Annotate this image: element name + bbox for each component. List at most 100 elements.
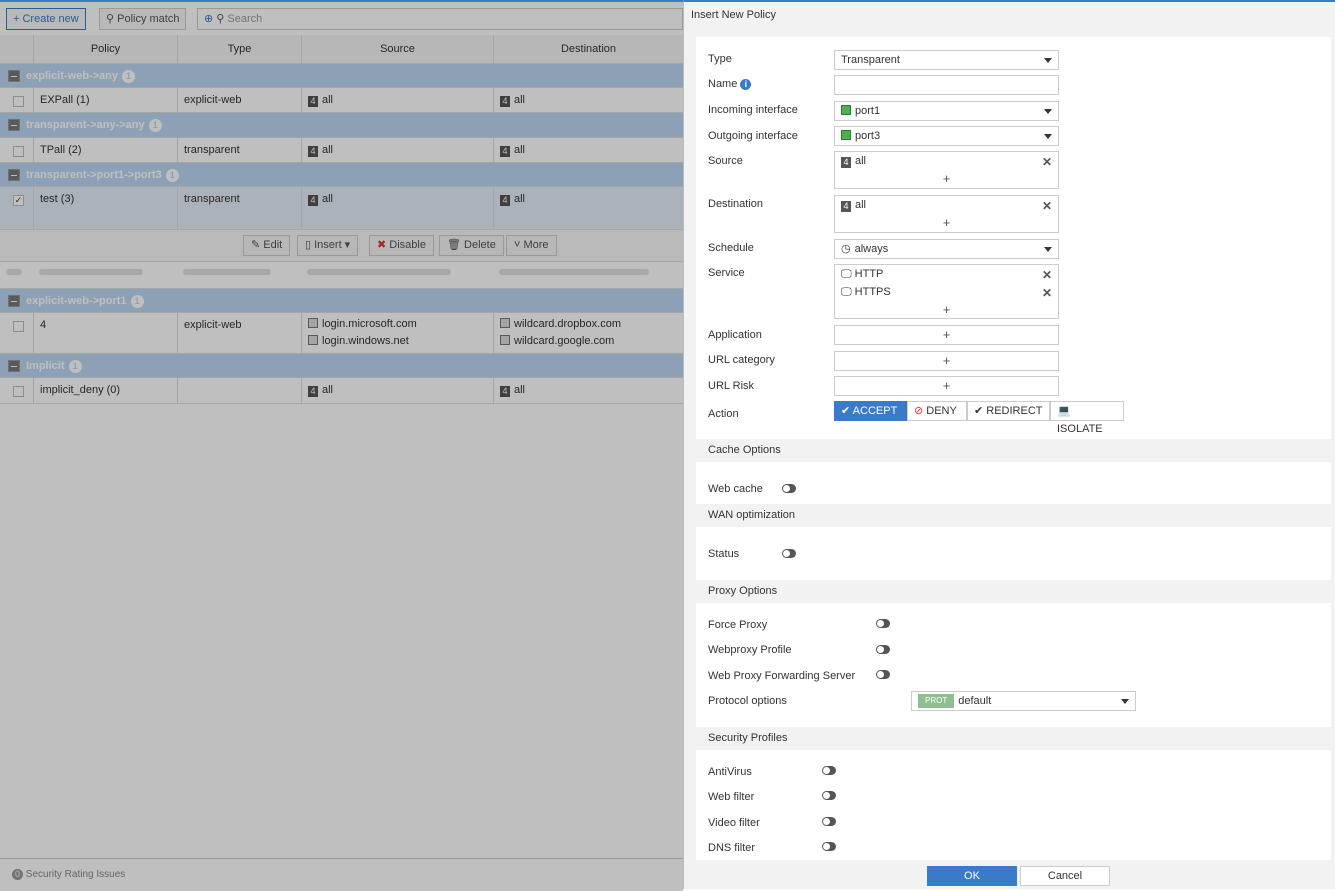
webproxy-profile-toggle[interactable] (876, 645, 890, 654)
video-filter-toggle[interactable] (822, 817, 836, 826)
service-field[interactable]: 🖵 HTTP ✕ 🖵 HTTPS ✕ + (834, 264, 1059, 319)
action-deny-button[interactable]: ⊘ DENY (907, 401, 967, 421)
group-row[interactable]: explicit-web->port1 1 (0, 289, 683, 313)
caret-down-icon (1121, 699, 1129, 704)
remove-icon[interactable]: ✕ (1042, 284, 1052, 302)
remove-icon[interactable]: ✕ (1042, 153, 1052, 171)
row-checkbox[interactable] (13, 321, 24, 332)
add-icon[interactable]: + (835, 352, 1058, 370)
row-checkbox[interactable] (13, 146, 24, 157)
type-select[interactable]: Transparent (834, 50, 1059, 70)
outgoing-interface-select[interactable]: port3 (834, 126, 1059, 146)
cancel-button[interactable]: Cancel (1020, 866, 1110, 886)
address-icon: 4 (841, 157, 851, 168)
trash-icon: 🗑 (447, 239, 465, 251)
name-input[interactable] (834, 75, 1059, 95)
collapse-icon[interactable] (8, 70, 20, 82)
column-source[interactable]: Source (301, 35, 493, 63)
collapse-icon[interactable] (8, 119, 20, 131)
count-badge: 1 (165, 169, 179, 182)
url-risk-field[interactable]: + (834, 376, 1059, 396)
group-row[interactable]: explicit-web->any 1 (0, 64, 683, 88)
action-isolate-button[interactable]: 💻 ISOLATE (1050, 401, 1124, 435)
dns-filter-toggle[interactable] (822, 842, 836, 851)
disable-button[interactable]: ✖ Disable (369, 235, 434, 256)
collapse-icon[interactable] (8, 360, 20, 372)
forwarding-server-toggle[interactable] (876, 670, 890, 679)
web-cache-toggle[interactable] (782, 484, 796, 493)
column-destination[interactable]: Destination (493, 35, 683, 63)
search-input[interactable]: ⊕ ⚲ Search (197, 8, 683, 30)
url-category-field[interactable]: + (834, 351, 1059, 371)
group-row[interactable]: transparent->any->any 1 (0, 113, 683, 138)
type-label: Type (708, 53, 732, 65)
edit-button[interactable]: ✎ Edit (243, 235, 291, 256)
antivirus-label: AntiVirus (708, 766, 752, 778)
add-icon[interactable]: + (835, 377, 1058, 395)
forwarding-server-label: Web Proxy Forwarding Server (708, 670, 856, 682)
collapse-icon[interactable] (8, 295, 20, 307)
table-row[interactable]: 4 explicit-web login.microsoft.com login.… (0, 313, 683, 354)
add-icon[interactable]: + (835, 326, 1058, 344)
address-icon: 4 (308, 96, 318, 107)
create-new-button[interactable]: + Create new (6, 8, 86, 30)
count-badge: 1 (122, 70, 136, 83)
action-redirect-button[interactable]: ✔ REDIRECT (967, 401, 1050, 421)
dns-filter-label: DNS filter (708, 842, 756, 854)
fqdn-icon (500, 318, 510, 328)
add-icon[interactable]: + (835, 301, 1058, 319)
more-button[interactable]: ˅ More (506, 235, 557, 256)
panel-title: Insert New Policy (691, 9, 776, 21)
protocol-options-label: Protocol options (708, 695, 787, 707)
issue-count-badge[interactable]: 0 (12, 869, 23, 880)
schedule-select[interactable]: ◷ always (834, 239, 1059, 259)
force-proxy-toggle[interactable] (876, 619, 890, 628)
column-policy[interactable]: Policy (33, 35, 177, 63)
remove-icon[interactable]: ✕ (1042, 266, 1052, 284)
remove-icon[interactable]: ✕ (1042, 197, 1052, 215)
security-rating-link[interactable]: Security Rating Issues (26, 869, 126, 880)
section-proxy-options: Proxy Options (696, 580, 1331, 603)
column-type[interactable]: Type (177, 35, 301, 63)
application-field[interactable]: + (834, 325, 1059, 345)
url-risk-label: URL Risk (708, 380, 755, 392)
group-row[interactable]: Implicit 1 (0, 354, 683, 378)
caret-down-icon: ▾ (341, 239, 351, 251)
incoming-interface-select[interactable]: port1 (834, 101, 1059, 121)
delete-button[interactable]: 🗑 Delete (439, 235, 504, 256)
table-row[interactable]: implicit_deny (0) 4 all 4 all (0, 378, 683, 404)
force-proxy-label: Force Proxy (708, 619, 768, 631)
search-icon: ⚲ (106, 13, 118, 25)
source-field[interactable]: 4 all ✕ + (834, 151, 1059, 189)
address-icon: 4 (500, 96, 510, 107)
address-icon: 4 (841, 201, 851, 212)
antivirus-toggle[interactable] (822, 766, 836, 775)
add-icon[interactable]: + (835, 214, 1058, 232)
collapse-icon[interactable] (8, 169, 20, 181)
skeleton-bar (183, 269, 271, 275)
ok-button[interactable]: OK (927, 866, 1017, 886)
row-checkbox-checked[interactable]: ✓ (13, 195, 24, 206)
skeleton-bar (39, 269, 143, 275)
protocol-options-select[interactable]: PROT default (911, 691, 1136, 711)
wan-status-label: Status (708, 548, 740, 560)
row-checkbox[interactable] (13, 96, 24, 107)
application-label: Application (708, 329, 762, 341)
caret-down-icon (1044, 109, 1052, 114)
add-icon[interactable]: + (835, 170, 1058, 188)
insert-button[interactable]: ▯ Insert ▾ (297, 235, 359, 256)
row-checkbox[interactable] (13, 386, 24, 397)
table-row[interactable]: EXPall (1) explicit-web 4 all 4 all (0, 88, 683, 113)
web-filter-toggle[interactable] (822, 791, 836, 800)
policy-match-button[interactable]: ⚲ Policy match (99, 8, 187, 30)
table-row-selected[interactable]: ✓ test (3) transparent 4 all 4 all (0, 187, 683, 230)
service-icon: 🖵 (841, 268, 855, 280)
info-icon[interactable]: i (740, 79, 752, 90)
wan-status-toggle[interactable] (782, 549, 796, 558)
destination-field[interactable]: 4 all ✕ + (834, 195, 1059, 233)
name-label: Name i (708, 78, 752, 90)
table-row[interactable]: TPall (2) transparent 4 all 4 all (0, 138, 683, 163)
group-row[interactable]: transparent->port1->port3 1 (0, 163, 683, 187)
address-icon: 4 (500, 386, 510, 397)
action-accept-button[interactable]: ✔ ACCEPT (834, 401, 907, 421)
